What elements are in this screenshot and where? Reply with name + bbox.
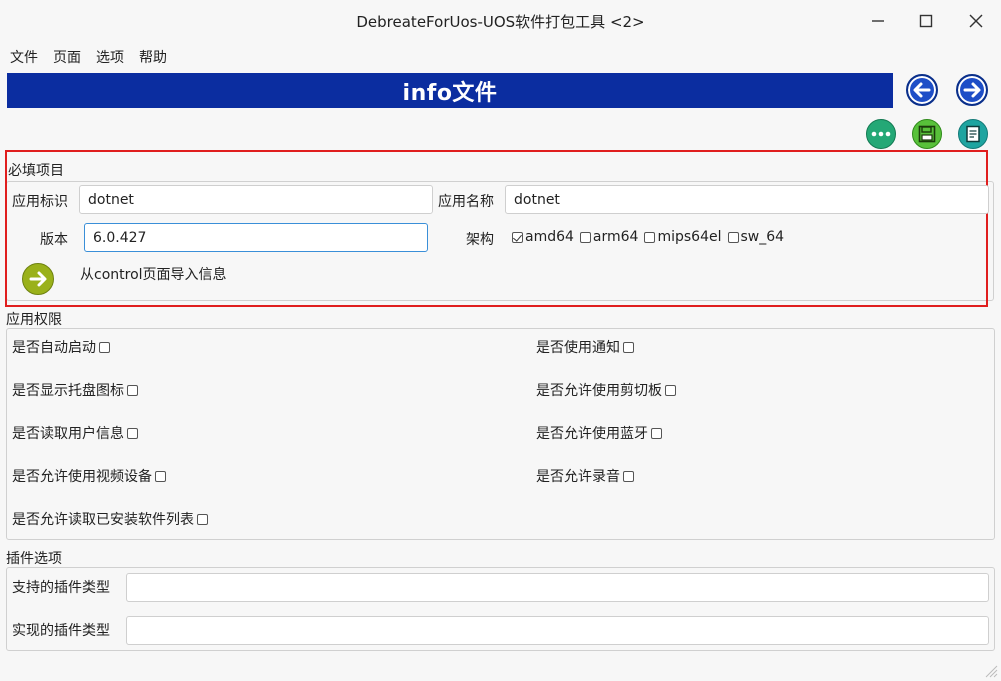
arrow-right-icon [29,271,47,287]
minimize-button[interactable] [862,7,894,35]
menu-file[interactable]: 文件 [10,47,38,67]
window-title: DebreateForUos-UOS软件打包工具 <2> [356,12,645,31]
arrow-left-icon [913,82,931,98]
perm-installed-apps[interactable]: 是否允许读取已安装软件列表 [12,509,208,529]
arch-option-amd64[interactable]: amd64 [512,229,574,245]
perm-notifications[interactable]: 是否使用通知 [536,337,634,357]
arch-label: 架构 [466,232,494,248]
perm-notifications-checkbox[interactable] [623,341,634,353]
arch-options: amd64 arm64 mips64el sw_64 [512,229,790,245]
import-from-control-button[interactable] [22,263,54,295]
page-title-banner: info文件 [7,73,893,108]
implemented-plugin-input[interactable] [126,616,989,645]
app-id-input[interactable]: dotnet [79,185,433,214]
perm-tray-icon[interactable]: 是否显示托盘图标 [12,380,138,400]
perm-label: 是否允许读取已安装软件列表 [12,512,194,528]
maximize-icon [919,14,933,28]
permissions-section-title: 应用权限 [6,312,62,328]
arch-option-label: arm64 [592,229,639,245]
minimize-icon [872,20,884,22]
arch-checkbox-amd64[interactable] [512,231,523,243]
perm-autostart-checkbox[interactable] [99,341,110,353]
supported-plugin-input[interactable] [126,573,989,602]
import-from-control-label: 从control页面导入信息 [80,267,227,283]
perm-label: 是否读取用户信息 [12,426,124,442]
previous-page-button[interactable] [906,74,938,106]
perm-tray-icon-checkbox[interactable] [127,384,138,396]
perm-user-info[interactable]: 是否读取用户信息 [12,423,138,443]
menu-help[interactable]: 帮助 [139,47,167,67]
menu-page[interactable]: 页面 [53,47,81,67]
perm-bluetooth[interactable]: 是否允许使用蓝牙 [536,423,662,443]
app-name-input[interactable]: dotnet [505,185,989,214]
more-options-button[interactable] [866,119,896,149]
preview-document-button[interactable] [958,119,988,149]
arch-checkbox-sw64[interactable] [727,231,739,243]
version-input[interactable]: 6.0.427 [84,223,428,252]
perm-audio-record[interactable]: 是否允许录音 [536,466,634,486]
page-title: info文件 [402,80,498,106]
arch-option-label: amd64 [525,229,574,245]
close-icon [969,14,983,28]
document-icon [966,125,980,143]
menu-options[interactable]: 选项 [96,47,124,67]
perm-clipboard-checkbox[interactable] [665,384,676,396]
perm-video-device[interactable]: 是否允许使用视频设备 [12,466,166,486]
perm-label: 是否允许使用视频设备 [12,469,152,485]
arch-checkbox-arm64[interactable] [579,231,591,243]
arch-option-label: sw_64 [740,229,785,245]
perm-label: 是否自动启动 [12,340,96,356]
supported-plugin-label: 支持的插件类型 [12,580,110,596]
perm-bluetooth-checkbox[interactable] [651,427,662,439]
title-bar: DebreateForUos-UOS软件打包工具 <2> [0,0,1001,42]
perm-label: 是否允许使用蓝牙 [536,426,648,442]
arch-checkbox-mips64el[interactable] [644,231,656,243]
perm-audio-record-checkbox[interactable] [623,470,634,482]
arch-option-sw64[interactable]: sw_64 [727,229,785,245]
ellipsis-icon [871,131,891,137]
version-label: 版本 [40,232,68,248]
plugins-section-title: 插件选项 [6,551,62,567]
menu-bar: 文件 页面 选项 帮助 [0,44,182,70]
save-button[interactable] [912,119,942,149]
arrow-right-icon [963,82,981,98]
next-page-button[interactable] [956,74,988,106]
app-name-label: 应用名称 [438,194,494,210]
close-button[interactable] [960,7,992,35]
perm-label: 是否使用通知 [536,340,620,356]
maximize-button[interactable] [910,7,942,35]
perm-label: 是否允许录音 [536,469,620,485]
floppy-disk-icon [918,125,936,143]
arch-option-arm64[interactable]: arm64 [579,229,639,245]
perm-label: 是否允许使用剪切板 [536,383,662,399]
app-id-label: 应用标识 [12,194,68,210]
arch-option-label: mips64el [657,229,722,245]
perm-user-info-checkbox[interactable] [127,427,138,439]
perm-autostart[interactable]: 是否自动启动 [12,337,110,357]
resize-grip-icon[interactable] [984,664,998,678]
perm-clipboard[interactable]: 是否允许使用剪切板 [536,380,676,400]
perm-video-device-checkbox[interactable] [155,470,166,482]
implemented-plugin-label: 实现的插件类型 [12,623,110,639]
perm-label: 是否显示托盘图标 [12,383,124,399]
perm-installed-apps-checkbox[interactable] [197,513,208,525]
arch-option-mips64el[interactable]: mips64el [644,229,722,245]
